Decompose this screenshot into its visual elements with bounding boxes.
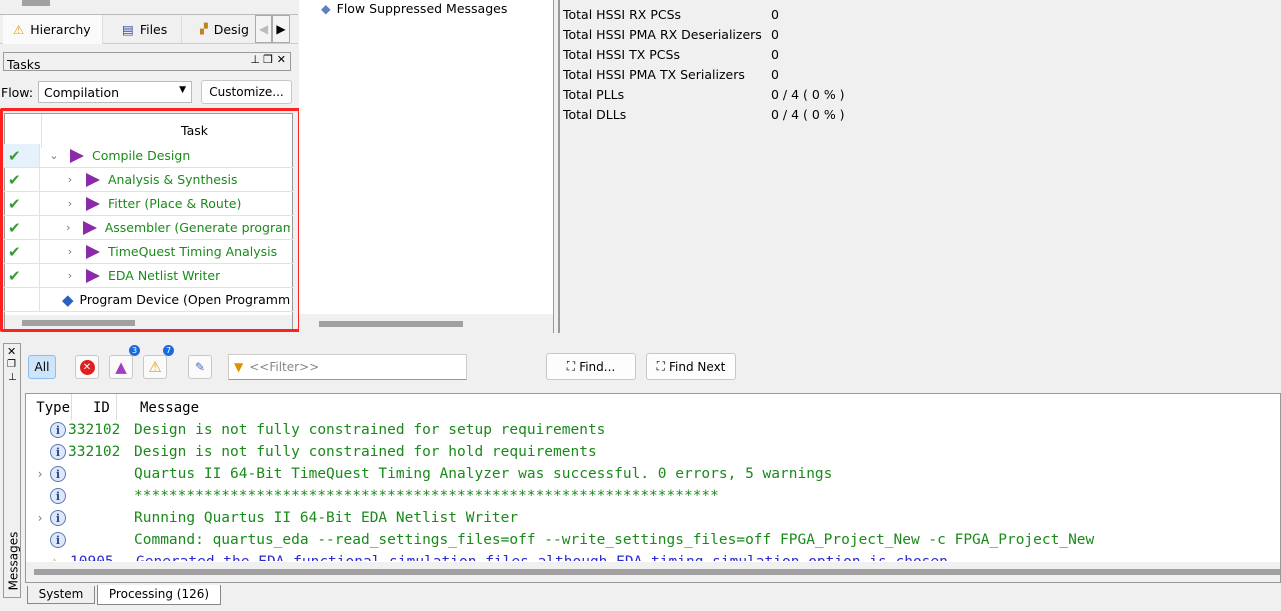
- info-icon: i: [50, 422, 66, 438]
- message-list-scrollbar[interactable]: [26, 562, 1280, 582]
- message-row[interactable]: › i Quartus II 64-Bit TimeQuest Timing A…: [30, 463, 832, 485]
- message-row[interactable]: i 332102 Design is not fully constrained…: [30, 419, 605, 441]
- message-row[interactable]: ⚠ 10905 Generated the EDA functional sim…: [30, 551, 957, 561]
- info-icon: i: [50, 466, 66, 482]
- chevron-right-icon[interactable]: ›: [30, 467, 50, 481]
- message-row[interactable]: i **************************************…: [30, 485, 719, 507]
- info-icon: i: [50, 532, 66, 548]
- warning-icon: ⚠: [50, 554, 68, 561]
- tab-system[interactable]: System: [27, 586, 95, 604]
- info-icon: i: [50, 488, 66, 504]
- info-icon: i: [50, 510, 66, 526]
- info-icon: i: [50, 444, 66, 460]
- tab-processing[interactable]: Processing (126): [97, 585, 221, 605]
- message-row[interactable]: i Command: quartus_eda --read_settings_f…: [30, 529, 1094, 551]
- message-row[interactable]: › i Running Quartus II 64-Bit EDA Netlis…: [30, 507, 518, 529]
- chevron-right-icon[interactable]: ›: [30, 511, 50, 525]
- message-row[interactable]: i 332102 Design is not fully constrained…: [30, 441, 597, 463]
